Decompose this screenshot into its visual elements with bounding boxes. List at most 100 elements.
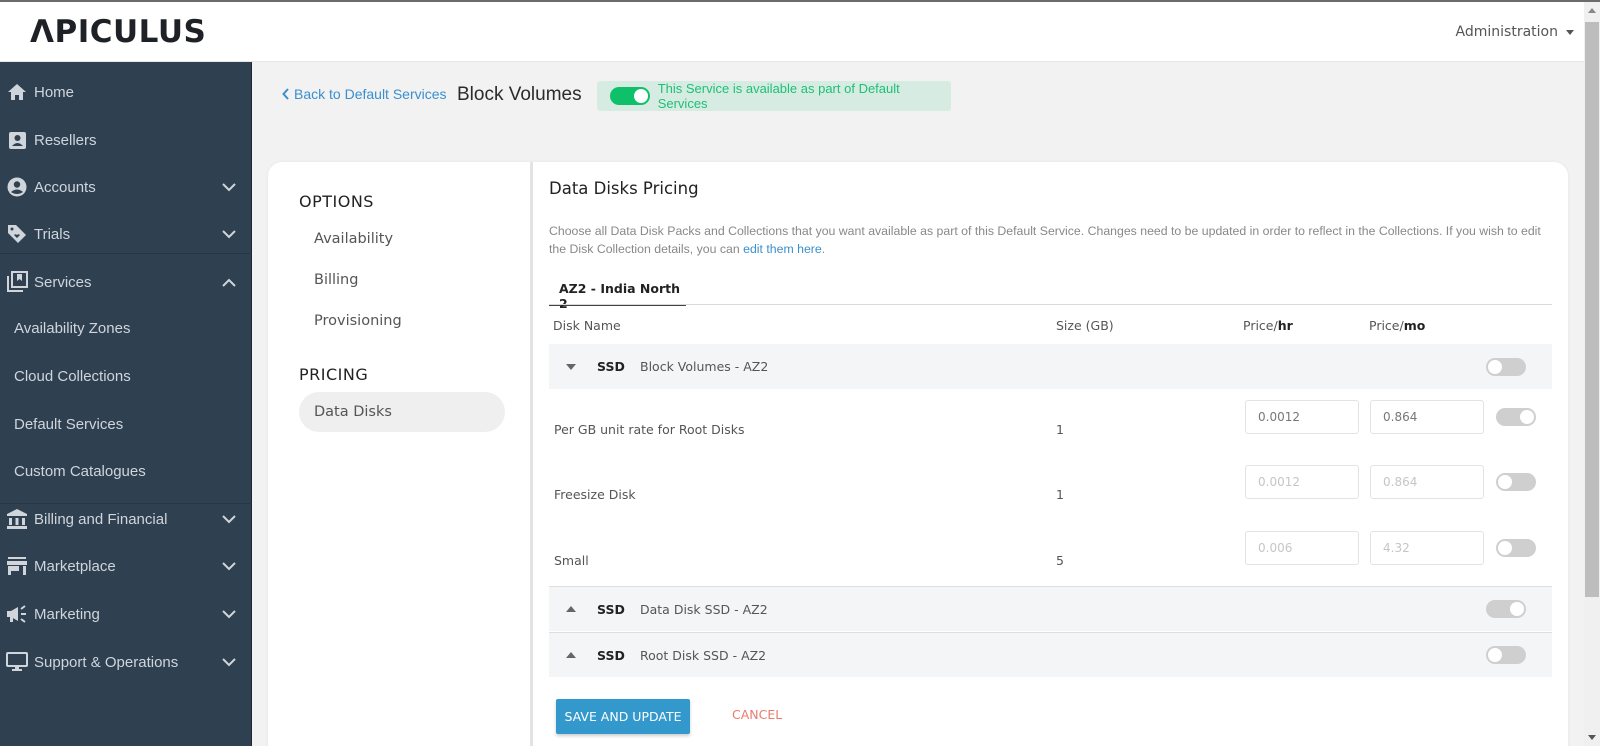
sidebar-item-label: Services (34, 273, 92, 291)
price-hr-input[interactable] (1245, 400, 1359, 434)
column-header-price-mo: Price/mo (1369, 318, 1425, 333)
sidebar-item-label: Marketplace (34, 557, 116, 575)
service-availability-badge: This Service is available as part of Def… (597, 81, 951, 111)
sidebar-item-marketing[interactable]: Marketing (0, 592, 252, 636)
price-mo-prefix: Price/ (1369, 318, 1404, 333)
panel-divider (530, 162, 533, 746)
disk-enable-toggle[interactable] (1496, 539, 1536, 557)
disk-enable-toggle[interactable] (1496, 473, 1536, 491)
page-scrollbar[interactable] (1584, 2, 1600, 746)
disk-type-label: SSD (597, 647, 625, 663)
back-to-default-services-link[interactable]: Back to Default Services (282, 86, 447, 102)
section-title: Data Disks Pricing (549, 179, 699, 198)
sidebar-subitem-cloud-collections[interactable]: Cloud Collections (14, 368, 131, 385)
service-availability-toggle[interactable] (610, 87, 650, 105)
sidebar-subitem-custom-catalogues[interactable]: Custom Catalogues (14, 463, 146, 480)
sidebar-item-services[interactable]: Services (0, 260, 252, 304)
chevron-down-icon[interactable] (222, 606, 236, 623)
disk-name: Freesize Disk (554, 487, 636, 502)
chevron-down-icon[interactable] (222, 179, 236, 196)
chevron-down-icon[interactable] (222, 558, 236, 575)
sidebar-subitem-availability-zones[interactable]: Availability Zones (14, 320, 130, 337)
description-text: Choose all Data Disk Packs and Collectio… (549, 224, 1541, 256)
sidebar-item-home[interactable]: Home (0, 70, 252, 114)
bank-icon (6, 508, 28, 530)
logo-text: ΛPICULUS (30, 14, 207, 50)
group-enable-toggle[interactable] (1486, 646, 1526, 664)
chevron-down-icon[interactable] (222, 654, 236, 671)
sidebar-item-support-operations[interactable]: Support & Operations (0, 640, 252, 684)
price-mo-input[interactable] (1370, 400, 1484, 434)
expand-caret-icon[interactable] (566, 606, 576, 612)
price-hr-input[interactable] (1245, 531, 1359, 565)
disk-group-row: SSD Data Disk SSD - AZ2 (549, 586, 1552, 631)
pricing-heading: PRICING (299, 365, 369, 384)
sidebar-item-label: Marketing (34, 605, 100, 623)
option-provisioning[interactable]: Provisioning (314, 313, 402, 329)
administration-label: Administration (1455, 24, 1558, 40)
price-mo-input[interactable] (1370, 531, 1484, 565)
library-icon (6, 271, 28, 293)
option-availability[interactable]: Availability (314, 231, 393, 247)
sidebar-item-label: Accounts (34, 178, 96, 196)
description-end: . (821, 242, 826, 256)
disk-type-label: SSD (597, 601, 625, 617)
disk-name: Small (554, 553, 589, 568)
disk-enable-toggle[interactable] (1496, 408, 1536, 426)
price-mo-unit: mo (1403, 318, 1426, 333)
sidebar-item-label: Support & Operations (34, 653, 179, 671)
store-icon (6, 555, 28, 577)
expand-caret-icon[interactable] (566, 652, 576, 658)
sidebar: Home Resellers Accounts Trials Services (0, 62, 252, 746)
options-heading: OPTIONS (299, 192, 374, 211)
sidebar-item-trials[interactable]: Trials (0, 212, 252, 256)
page-title: Block Volumes (457, 84, 582, 105)
megaphone-icon (6, 603, 28, 625)
price-hr-prefix: Price/ (1243, 318, 1278, 333)
sidebar-item-billing-financial[interactable]: Billing and Financial (0, 497, 252, 541)
pricing-description: Choose all Data Disk Packs and Collectio… (549, 222, 1549, 258)
chevron-down-icon[interactable] (222, 511, 236, 528)
disk-group-name: Root Disk SSD - AZ2 (640, 647, 767, 663)
sidebar-item-label: Home (34, 83, 75, 101)
price-hr-input[interactable] (1245, 465, 1359, 499)
apiculus-logo[interactable]: ΛPICULUS (30, 14, 206, 50)
disk-type-label: SSD (597, 359, 625, 374)
option-billing[interactable]: Billing (314, 272, 358, 288)
account-circle-icon (6, 176, 28, 198)
group-enable-toggle[interactable] (1486, 357, 1526, 376)
save-and-update-button[interactable]: SAVE AND UPDATE (556, 699, 690, 734)
price-mo-input[interactable] (1370, 465, 1484, 499)
option-data-disks-label: Data Disks (314, 404, 392, 420)
disk-row: Per GB unit rate for Root Disks 1 (549, 400, 1552, 460)
option-data-disks[interactable]: Data Disks (299, 392, 505, 432)
disk-size: 5 (1056, 553, 1064, 568)
disk-group-name: Data Disk SSD - AZ2 (640, 601, 768, 617)
sidebar-item-label: Billing and Financial (34, 510, 168, 528)
disk-group-row: SSD Root Disk SSD - AZ2 (549, 632, 1552, 677)
chevron-up-icon[interactable] (222, 274, 236, 291)
sidebar-item-marketplace[interactable]: Marketplace (0, 544, 252, 588)
price-hr-unit: hr (1277, 318, 1293, 333)
tab-az2-india-north-2[interactable]: AZ2 - India North 2 (549, 276, 686, 311)
sidebar-item-resellers[interactable]: Resellers (0, 118, 252, 162)
collapse-caret-icon[interactable] (566, 363, 576, 370)
administration-menu[interactable]: Administration (1456, 24, 1574, 40)
contact-card-icon (6, 129, 28, 151)
back-link-label: Back to Default Services (294, 86, 447, 102)
top-bar: ΛPICULUS Administration (0, 2, 1584, 62)
sidebar-item-accounts[interactable]: Accounts (0, 165, 252, 209)
disk-size: 1 (1056, 422, 1064, 437)
sidebar-subitem-default-services[interactable]: Default Services (14, 416, 123, 433)
scrollbar-thumb[interactable] (1585, 22, 1599, 597)
availability-text: This Service is available as part of Def… (657, 81, 900, 111)
sidebar-item-label: Resellers (34, 131, 97, 149)
disk-group-name: Block Volumes - AZ2 (640, 359, 769, 374)
group-enable-toggle[interactable] (1486, 600, 1526, 618)
scroll-up-arrow-icon[interactable] (1588, 8, 1596, 13)
edit-them-here-link[interactable]: edit them here (743, 242, 822, 256)
chevron-down-icon[interactable] (222, 226, 236, 243)
cancel-button[interactable]: CANCEL (732, 707, 782, 722)
scroll-down-arrow-icon[interactable] (1588, 735, 1596, 740)
monitor-icon (6, 651, 28, 673)
